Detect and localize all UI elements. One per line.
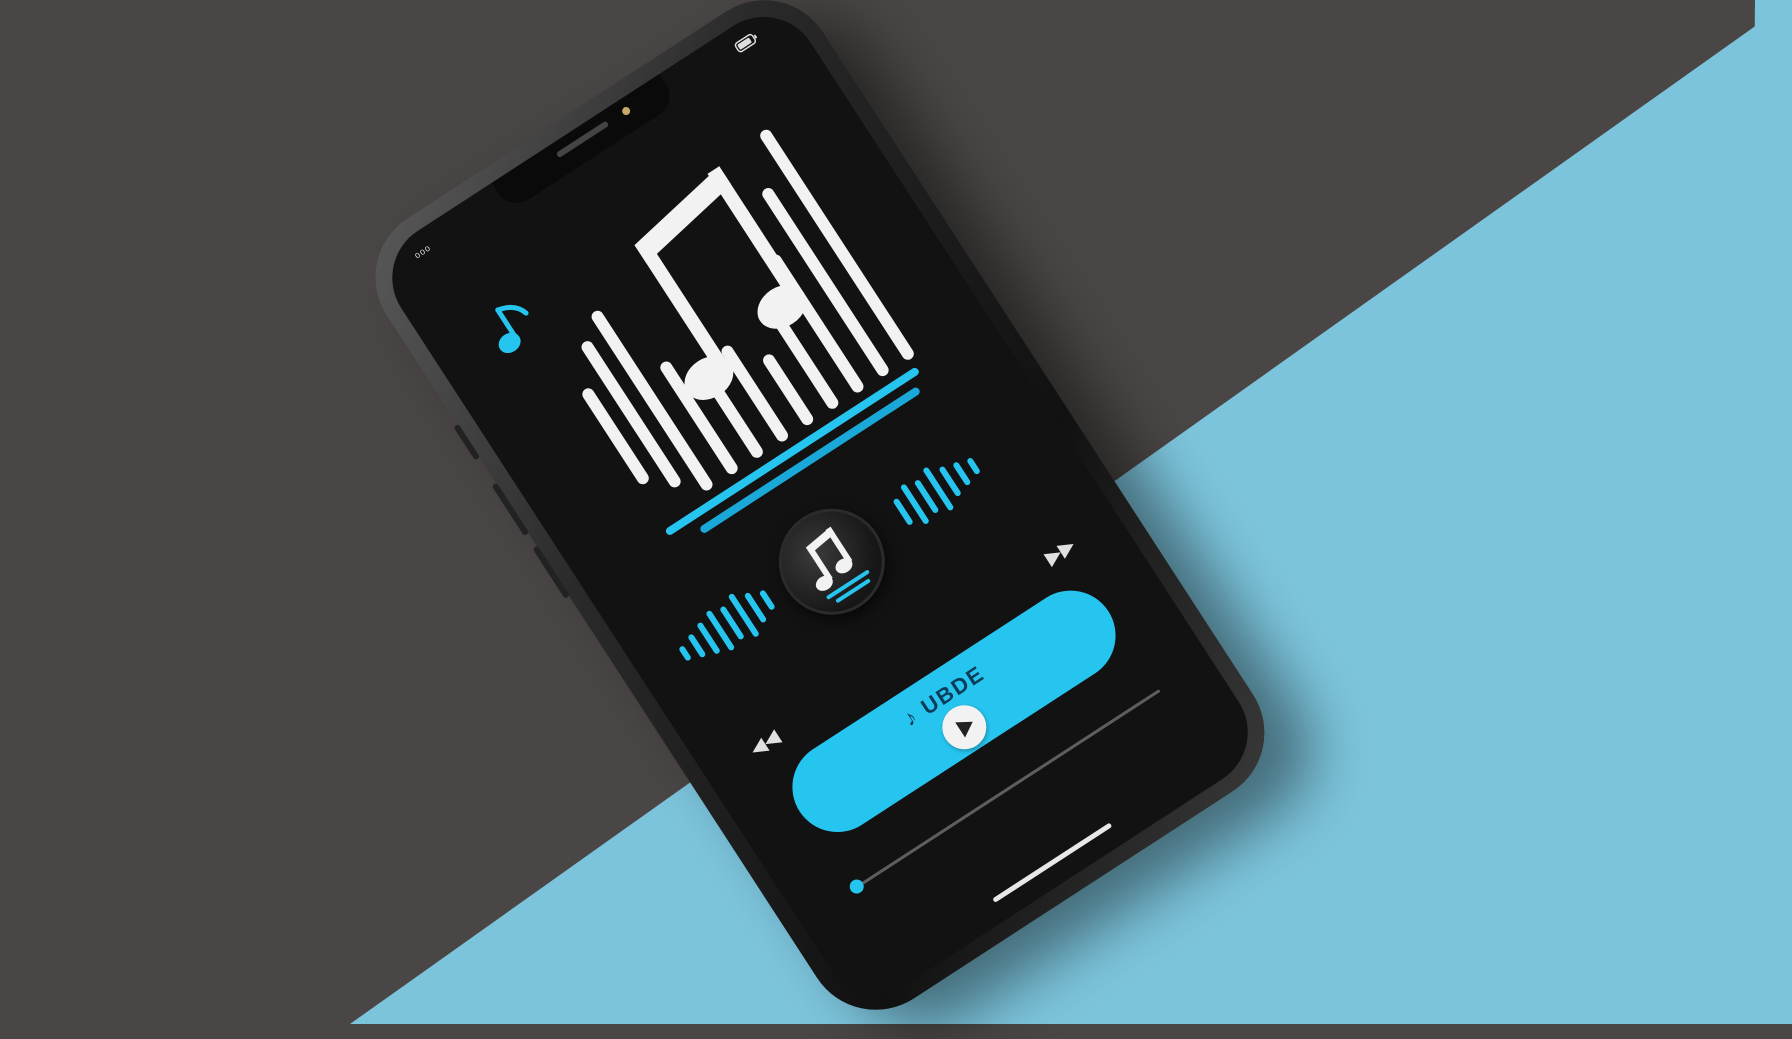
small-music-note-icon [495,304,529,354]
play-icon [955,721,973,738]
waveform-right [893,458,980,525]
previous-icon[interactable]: ◀◀ [742,722,787,765]
status-signal: ᵒᵒᵒ [411,241,436,264]
waveform-left [679,590,775,661]
front-camera [620,105,632,117]
next-icon[interactable]: ▶▶ [1037,530,1082,573]
battery-icon [732,29,763,57]
